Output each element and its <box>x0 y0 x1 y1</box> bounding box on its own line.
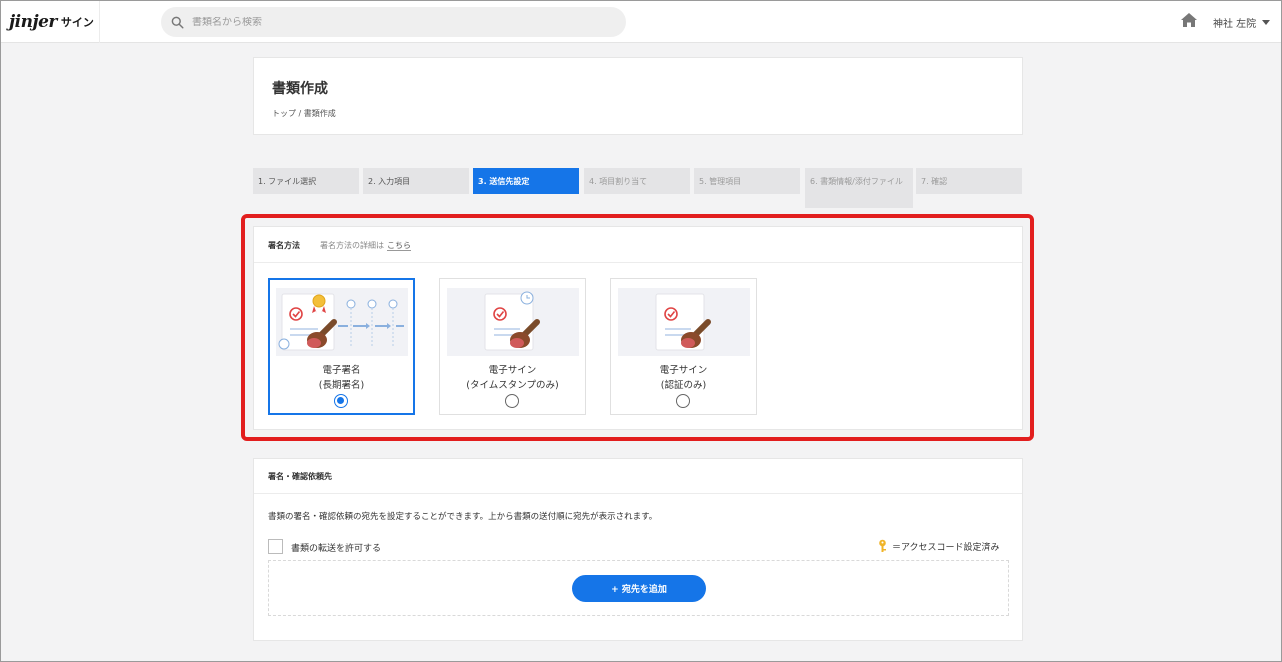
logo-product: サイン <box>60 16 94 29</box>
breadcrumb: トップ / 書類作成 <box>272 109 336 118</box>
key-icon <box>879 539 886 552</box>
add-recipient-button[interactable]: + 宛先を追加 <box>572 575 706 602</box>
step-recipients[interactable]: 3. 送信先設定 <box>473 168 579 194</box>
highlight-box <box>241 214 1034 441</box>
access-code-legend-text: ＝アクセスコード設定済み <box>892 542 1000 553</box>
app-logo[interactable]: jinjer サイン <box>1 1 100 43</box>
step-input-fields[interactable]: 2. 入力項目 <box>363 168 469 194</box>
search-bar[interactable] <box>161 7 626 37</box>
chevron-down-icon <box>1262 20 1271 25</box>
recipients-header: 署名・確認依頼先 <box>254 459 1022 494</box>
search-icon <box>171 16 184 29</box>
logo-mark: jinjer <box>9 12 57 32</box>
app-header: jinjer サイン 神社 左院 <box>1 1 1281 43</box>
search-input[interactable] <box>192 16 592 28</box>
user-menu[interactable]: 神社 左院 <box>1213 15 1271 30</box>
recipients-card: 署名・確認依頼先 書類の署名・確認依頼の宛先を設定することができます。上から書類… <box>253 458 1023 641</box>
recipient-list-area: + 宛先を追加 <box>268 560 1009 616</box>
step-doc-info: 6. 書類情報/添付ファイル <box>805 168 913 208</box>
allow-forward-checkbox[interactable] <box>268 539 283 554</box>
recipients-description: 書類の署名・確認依頼の宛先を設定することができます。上から書類の送付順に宛先が表… <box>268 512 658 522</box>
user-name: 神社 左院 <box>1213 19 1257 30</box>
step-management: 5. 管理項目 <box>694 168 800 194</box>
step-file-select[interactable]: 1. ファイル選択 <box>253 168 359 194</box>
home-icon[interactable] <box>1180 12 1198 28</box>
access-code-legend: ＝アクセスコード設定済み <box>878 539 1000 553</box>
step-confirm: 7. 確認 <box>916 168 1022 194</box>
page-header-card: 書類作成 トップ / 書類作成 <box>253 57 1023 135</box>
recipients-title: 署名・確認依頼先 <box>268 472 332 481</box>
step-field-assign: 4. 項目割り当て <box>584 168 690 194</box>
allow-forward-label[interactable]: 書類の転送を許可する <box>291 541 381 554</box>
page-title: 書類作成 <box>272 81 328 97</box>
